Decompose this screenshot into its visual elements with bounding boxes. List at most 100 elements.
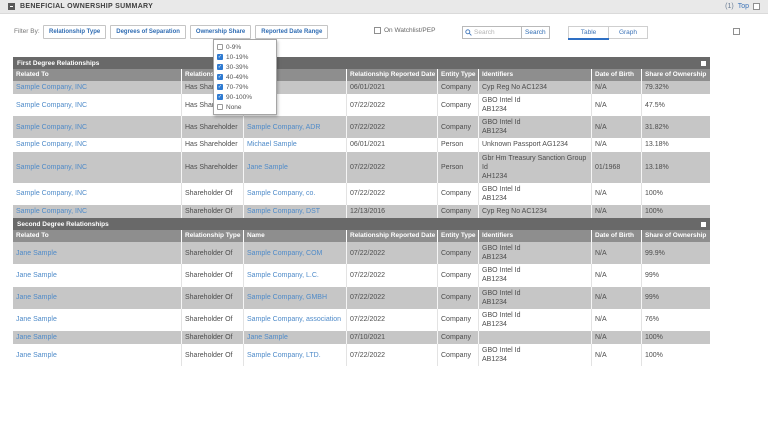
column-header[interactable]: Date of Birth [592, 230, 642, 242]
table-view-tab[interactable]: Table [569, 27, 608, 38]
related-to-link[interactable]: Jane Sample [13, 287, 182, 309]
relationship-type-cell: Shareholder Of [182, 183, 244, 205]
ownership-share-option[interactable]: 30-39% [214, 62, 276, 72]
section-collapse-icon[interactable] [701, 222, 706, 227]
name-link[interactable]: Sample Company, COM [244, 242, 347, 264]
reported-date-cell: 07/22/2022 [347, 94, 438, 116]
checkbox-icon[interactable] [217, 94, 223, 100]
name-link[interactable]: Sample Company, co. [244, 183, 347, 205]
table-row: Sample Company, INC Has Shareholder 07/2… [13, 94, 710, 116]
related-to-link[interactable]: Sample Company, INC [13, 152, 182, 183]
collapse-section-icon[interactable] [8, 3, 15, 10]
checkbox-icon[interactable] [217, 54, 223, 60]
column-header[interactable]: Relationship Reported Date [347, 69, 438, 81]
ownership-share-filter-button[interactable]: Ownership Share [190, 25, 251, 39]
column-header[interactable]: Related To [13, 230, 182, 242]
column-header[interactable]: Share of Ownership [642, 69, 710, 81]
entity-type-cell: Company [438, 264, 479, 286]
first-degree-section: First Degree Relationships Related To Re… [13, 57, 710, 218]
reported-date-cell: 07/10/2021 [347, 331, 438, 344]
relationship-type-filter-button[interactable]: Relationship Type [43, 25, 106, 39]
entity-type-cell: Company [438, 183, 479, 205]
watchlist-pep-checkbox[interactable] [374, 27, 381, 34]
name-link[interactable]: Sample Company, ADR [244, 116, 347, 138]
related-to-link[interactable]: Jane Sample [13, 344, 182, 366]
share-of-ownership-cell: 100% [642, 205, 710, 218]
name-link[interactable]: Michael Sample [244, 138, 347, 151]
ownership-share-option[interactable]: 0-9% [214, 42, 276, 52]
column-header[interactable]: Identifiers [479, 69, 592, 81]
name-link[interactable]: Jane Sample [244, 331, 347, 344]
header-checkbox[interactable] [753, 3, 760, 10]
name-link[interactable]: Sample Company, LTD. [244, 344, 347, 366]
checkbox-icon[interactable] [217, 74, 223, 80]
name-link[interactable]: Sample Company, L.C. [244, 264, 347, 286]
checkbox-icon[interactable] [217, 64, 223, 70]
reported-date-cell: 06/01/2021 [347, 81, 438, 94]
date-of-birth-cell: N/A [592, 116, 642, 138]
date-of-birth-cell: N/A [592, 242, 642, 264]
name-link[interactable]: Jane Sample [244, 152, 347, 183]
column-header-row: Related To Relationship Type Name Relati… [13, 69, 710, 81]
count-badge: (1) [725, 3, 734, 10]
option-label: 40-49% [226, 74, 248, 81]
date-of-birth-cell: N/A [592, 309, 642, 331]
section-title: Second Degree Relationships [17, 221, 109, 228]
section-collapse-icon[interactable] [701, 61, 706, 66]
ownership-share-option[interactable]: 10-19% [214, 52, 276, 62]
column-header[interactable]: Share of Ownership [642, 230, 710, 242]
column-header[interactable]: Identifiers [479, 230, 592, 242]
top-link[interactable]: Top [738, 3, 749, 10]
related-to-link[interactable]: Sample Company, INC [13, 183, 182, 205]
graph-view-tab[interactable]: Graph [608, 27, 647, 38]
date-of-birth-cell: N/A [592, 344, 642, 366]
reported-date-range-filter-button[interactable]: Reported Date Range [255, 25, 328, 39]
entity-type-cell: Person [438, 138, 479, 151]
column-header[interactable]: Relationship Reported Date [347, 230, 438, 242]
related-to-link[interactable]: Sample Company, INC [13, 81, 182, 94]
share-of-ownership-cell: 100% [642, 331, 710, 344]
related-to-link[interactable]: Jane Sample [13, 309, 182, 331]
ownership-share-option[interactable]: None [214, 102, 276, 112]
ownership-share-option[interactable]: 90-100% [214, 92, 276, 102]
column-header[interactable]: Entity Type [438, 230, 479, 242]
table-row: Jane Sample Shareholder Of Sample Compan… [13, 264, 710, 286]
filter-row-checkbox[interactable] [733, 28, 740, 35]
name-link[interactable]: Sample Company, association [244, 309, 347, 331]
table-row: Sample Company, INC Has Shareholder Mich… [13, 138, 710, 151]
related-to-link[interactable]: Jane Sample [13, 331, 182, 344]
header-right-controls: (1) Top [725, 3, 760, 10]
column-header[interactable]: Relationship Type [182, 230, 244, 242]
related-to-link[interactable]: Jane Sample [13, 264, 182, 286]
column-header[interactable]: Related To [13, 69, 182, 81]
related-to-link[interactable]: Sample Company, INC [13, 205, 182, 218]
checkbox-icon[interactable] [217, 104, 223, 110]
entity-type-cell: Company [438, 116, 479, 138]
related-to-link[interactable]: Sample Company, INC [13, 94, 182, 116]
share-of-ownership-cell: 13.18% [642, 152, 710, 183]
related-to-link[interactable]: Sample Company, INC [13, 116, 182, 138]
ownership-share-option[interactable]: 70-79% [214, 82, 276, 92]
reported-date-cell: 07/22/2022 [347, 309, 438, 331]
name-link[interactable]: Sample Company, DST [244, 205, 347, 218]
entity-type-cell: Company [438, 287, 479, 309]
column-header[interactable]: Entity Type [438, 69, 479, 81]
column-header[interactable]: Date of Birth [592, 69, 642, 81]
column-header[interactable]: Name [244, 230, 347, 242]
related-to-link[interactable]: Jane Sample [13, 242, 182, 264]
date-of-birth-cell: 01/1968 [592, 152, 642, 183]
search-input[interactable] [474, 29, 519, 36]
date-of-birth-cell: N/A [592, 138, 642, 151]
checkbox-icon[interactable] [217, 44, 223, 50]
relationship-type-cell: Shareholder Of [182, 309, 244, 331]
ownership-share-option[interactable]: 40-49% [214, 72, 276, 82]
checkbox-icon[interactable] [217, 84, 223, 90]
section-title: First Degree Relationships [17, 60, 99, 67]
name-link[interactable]: Sample Company, GMBH [244, 287, 347, 309]
degrees-of-separation-filter-button[interactable]: Degrees of Separation [110, 25, 186, 39]
share-of-ownership-cell: 31.82% [642, 116, 710, 138]
related-to-link[interactable]: Sample Company, INC [13, 138, 182, 151]
search-control: Search [462, 26, 550, 39]
search-button[interactable]: Search [522, 26, 550, 39]
identifiers-cell: Gbr Hm Treasury Sanction Group IdAH1234 [479, 152, 592, 183]
